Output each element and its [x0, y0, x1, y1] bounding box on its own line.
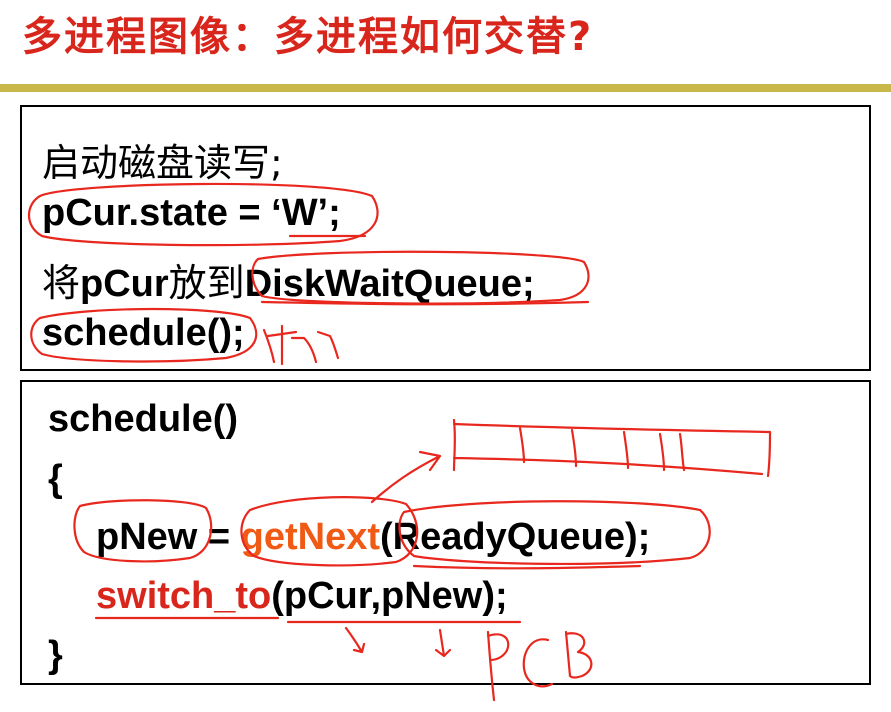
get-next-func: getNext	[240, 516, 381, 558]
stmt1-args: (ReadyQueue);	[380, 516, 651, 558]
enqueue-queue: DiskWaitQueue;	[244, 263, 535, 305]
close-brace: }	[48, 634, 63, 676]
open-brace: {	[48, 458, 63, 500]
box1-line-start-disk-io: 启动磁盘读写;	[42, 141, 283, 185]
enqueue-prefix: 将	[42, 261, 81, 305]
enqueue-mid: 放到	[168, 261, 245, 305]
box1-line-set-state: pCur.state = ‘W’;	[42, 192, 341, 234]
stmt-get-next: pNew = getNext(ReadyQueue);	[96, 516, 650, 559]
switch-to-func: switch_to	[96, 575, 272, 617]
stmt-switch-to: switch_to(pCur,pNew);	[96, 575, 508, 618]
slide-title: 多进程图像：多进程如何交替?	[22, 14, 594, 60]
box1-line-schedule-call: schedule();	[42, 312, 245, 354]
schedule-header: schedule()	[48, 398, 239, 440]
box1-line-enqueue: 将pCur放到DiskWaitQueue;	[42, 252, 535, 307]
stmt2-args: (pCur,pNew);	[271, 575, 508, 617]
stmt1-lhs: pNew =	[96, 516, 241, 558]
title-divider	[0, 84, 891, 92]
enqueue-var: pCur	[80, 263, 169, 305]
